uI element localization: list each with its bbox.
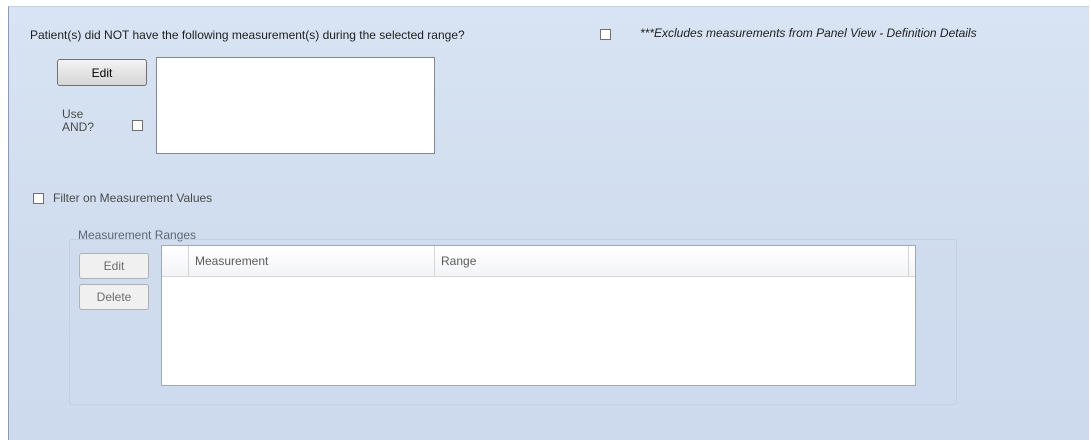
column-header-measurement[interactable]: Measurement bbox=[189, 246, 435, 276]
not-have-measurement-checkbox[interactable] bbox=[600, 29, 611, 40]
use-and-label: Use AND? bbox=[62, 108, 94, 134]
measurement-criteria-panel: Patient(s) did NOT have the following me… bbox=[8, 6, 1089, 440]
use-and-label-line2: AND? bbox=[62, 120, 95, 134]
edit-range-button[interactable]: Edit bbox=[79, 253, 149, 279]
selected-measurements-listbox[interactable] bbox=[156, 57, 435, 154]
row-header-column bbox=[162, 246, 189, 276]
edit-measurements-button[interactable]: Edit bbox=[57, 59, 147, 86]
use-and-checkbox[interactable] bbox=[132, 120, 143, 131]
delete-range-button[interactable]: Delete bbox=[79, 284, 149, 310]
filter-measurement-values-checkbox[interactable] bbox=[33, 193, 44, 204]
not-have-measurement-label: Patient(s) did NOT have the following me… bbox=[30, 28, 465, 42]
grid-header: Measurement Range bbox=[162, 246, 915, 277]
excludes-note: ***Excludes measurements from Panel View… bbox=[640, 26, 977, 40]
measurement-ranges-grid[interactable]: Measurement Range bbox=[161, 245, 916, 386]
filter-measurement-values-label: Filter on Measurement Values bbox=[53, 191, 213, 205]
column-header-range[interactable]: Range bbox=[435, 246, 909, 276]
